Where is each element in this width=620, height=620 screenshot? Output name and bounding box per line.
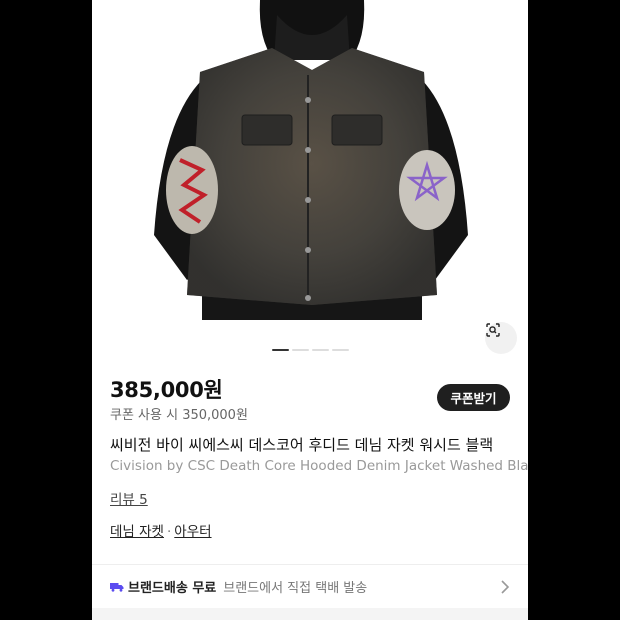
pagination-dot[interactable] — [312, 349, 329, 351]
product-image-gallery[interactable] — [92, 0, 528, 360]
truck-icon — [110, 582, 124, 592]
pagination-dot[interactable] — [272, 349, 289, 351]
chevron-right-icon[interactable] — [500, 580, 510, 594]
coupon-price: 쿠폰 사용 시 350,000원 — [110, 408, 248, 423]
reviews-link[interactable]: 리뷰 5 — [110, 488, 148, 508]
lens-search-button[interactable] — [485, 322, 517, 354]
category-link-outer[interactable]: 아우터 — [174, 524, 211, 540]
coupon-download-button[interactable]: 쿠폰받기 — [437, 384, 510, 411]
product-title-korean: 씨비전 바이 씨에스씨 데스코어 후디드 데님 자켓 워시드 블랙 — [110, 436, 494, 454]
product-price: 385,000원 — [110, 378, 223, 402]
lens-search-icon — [486, 323, 500, 337]
category-separator: · — [166, 524, 172, 540]
pagination-dot[interactable] — [292, 349, 309, 351]
gallery-pagination — [272, 349, 349, 351]
shipping-info-row[interactable]: 브랜드배송 무료 브랜드에서 직접 택배 발송 — [110, 577, 367, 596]
category-breadcrumb: 데님 자켓 · 아우터 — [110, 520, 212, 540]
product-page: 385,000원 쿠폰 사용 시 350,000원 쿠폰받기 씨비전 바이 씨에… — [92, 0, 528, 620]
pagination-dot[interactable] — [332, 349, 349, 351]
shipping-detail: 브랜드에서 직접 택배 발송 — [223, 581, 368, 596]
shipping-title: 브랜드배송 무료 — [128, 581, 217, 596]
product-title-english: Civision by CSC Death Core Hooded Denim … — [110, 458, 528, 474]
bottom-section-spacer — [92, 608, 528, 620]
section-divider — [92, 564, 528, 565]
category-link-denim-jacket[interactable]: 데님 자켓 — [110, 524, 164, 540]
jacket-image — [154, 0, 468, 320]
